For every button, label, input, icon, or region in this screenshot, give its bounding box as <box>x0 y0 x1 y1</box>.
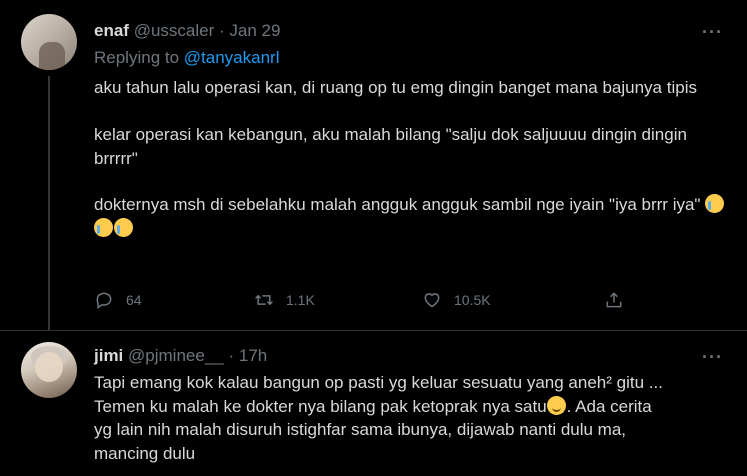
tweet-text-line-4: mancing dulu <box>94 443 196 463</box>
user-handle[interactable]: @pjminee__ <box>128 346 224 365</box>
tweet-text-paragraph-3-text: dokternya msh di sebelahku malah angguk … <box>94 195 701 214</box>
like-icon <box>424 293 440 308</box>
separator-dot: · <box>228 346 235 365</box>
avatar-figure <box>39 42 65 70</box>
retweet-icon <box>255 294 273 306</box>
loudly-crying-face-emoji <box>94 217 113 237</box>
display-name[interactable]: jimi <box>94 346 123 365</box>
tweet-text-line-2: Temen ku malah ke dokter nya bilang pak … <box>94 395 734 419</box>
user-handle[interactable]: @usscaler <box>134 21 215 40</box>
avatar[interactable] <box>21 342 77 398</box>
tweet-enaf[interactable]: enaf @usscaler · Jan 29 ··· Replying to … <box>0 0 747 331</box>
thread-connector-line <box>48 76 50 331</box>
separator-dot: · <box>219 21 225 40</box>
timestamp[interactable]: 17h <box>239 346 267 365</box>
replying-to: Replying to @tanyakanrl <box>94 48 280 68</box>
slightly-smiling-face-emoji <box>546 395 566 415</box>
avatar[interactable] <box>21 14 77 70</box>
avatar-face <box>35 352 63 382</box>
tweet-text-paragraph-2: kelar operasi kan kebangun, aku malah bi… <box>94 125 687 168</box>
tweet-header: enaf @usscaler · Jan 29 <box>94 21 280 41</box>
tweet-text: Tapi emang kok kalau bangun op pasti yg … <box>94 371 734 465</box>
loudly-crying-face-emoji <box>705 194 725 213</box>
tweet-actions: 64 1.1K 10.5K <box>94 286 654 316</box>
reply-button[interactable]: 64 <box>94 290 142 310</box>
tweet-text-line-1: Tapi emang kok kalau bangun op pasti yg … <box>94 373 663 392</box>
tweet-text-line-3: yg lain nih malah disuruh istighfar sama… <box>94 420 627 439</box>
tweet-text-line-2b: . Ada cerita <box>566 396 652 416</box>
reply-icon <box>96 292 112 309</box>
tweet-text-paragraph-1: aku tahun lalu operasi kan, di ruang op … <box>94 78 697 97</box>
tweet-jimi[interactable]: jimi @pjminee__ · 17h ··· Tapi emang kok… <box>0 330 747 476</box>
retweet-count: 1.1K <box>286 292 315 308</box>
timestamp[interactable]: Jan 29 <box>229 21 280 40</box>
more-options-icon[interactable]: ··· <box>702 22 723 43</box>
retweet-button[interactable]: 1.1K <box>254 290 315 310</box>
replying-to-label: Replying to <box>94 48 180 67</box>
share-icon <box>606 292 622 308</box>
replying-to-mention[interactable]: @tanyakanrl <box>184 48 280 67</box>
like-count: 10.5K <box>454 292 491 308</box>
more-options-icon[interactable]: ··· <box>702 347 723 368</box>
tweet-text-paragraph-3: dokternya msh di sebelahku malah angguk … <box>94 193 734 240</box>
tweet-text-line-2a: Temen ku malah ke dokter nya bilang pak … <box>94 396 547 416</box>
loudly-crying-face-emoji <box>114 217 133 237</box>
reply-count: 64 <box>126 292 142 308</box>
like-button[interactable]: 10.5K <box>422 290 491 310</box>
share-button[interactable] <box>604 290 624 310</box>
display-name[interactable]: enaf <box>94 21 129 40</box>
tweet-header: jimi @pjminee__ · 17h <box>94 346 267 366</box>
